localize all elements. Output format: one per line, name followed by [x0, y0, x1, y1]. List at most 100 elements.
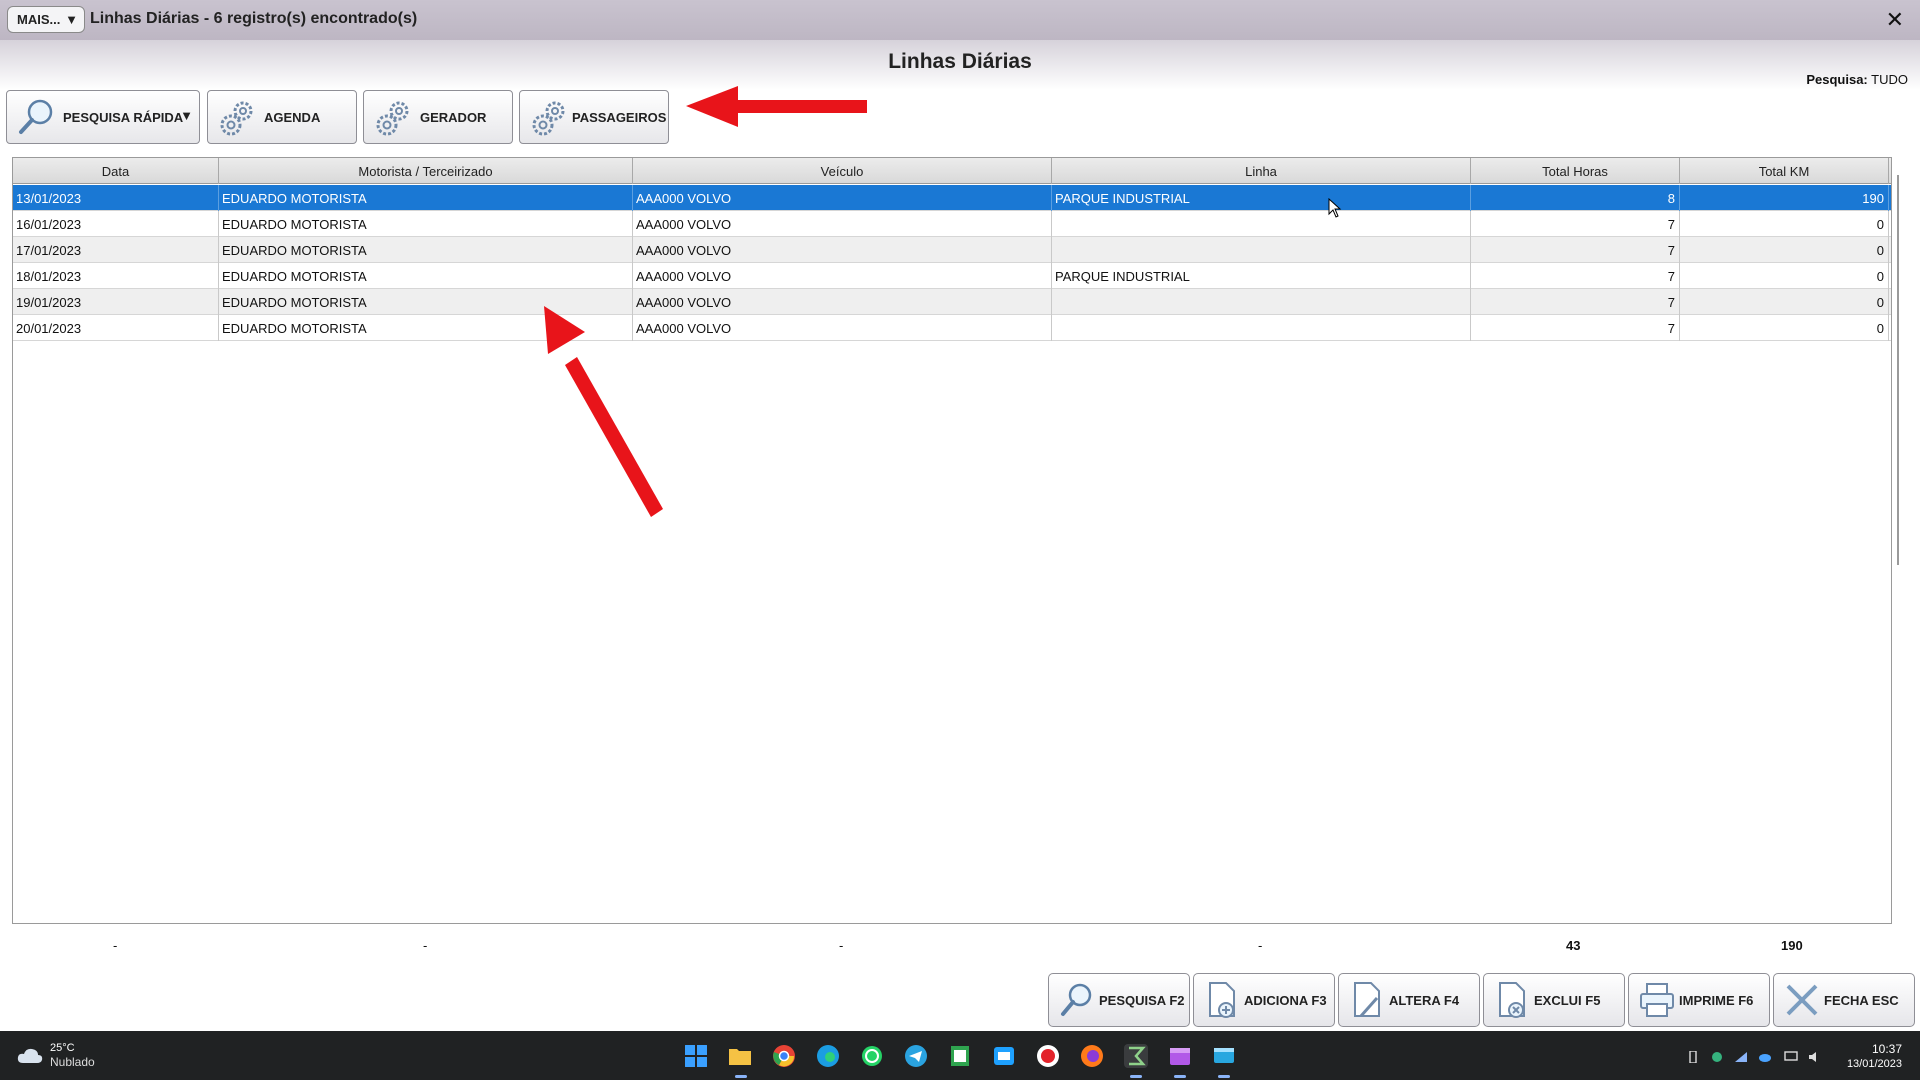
cell-veiculo: AAA000 VOLVO [633, 315, 1052, 341]
app-window: MAIS... ▼ Linhas Diárias - 6 registro(s)… [0, 0, 1920, 1080]
desktop-app-icon[interactable] [1212, 1044, 1236, 1068]
cell-total-km: 0 [1680, 263, 1889, 289]
altera-f4-button[interactable]: ALTERA F4 [1338, 973, 1480, 1027]
gerador-button[interactable]: GERADOR [363, 90, 513, 144]
cell-veiculo: AAA000 VOLVO [633, 237, 1052, 263]
header-col-total-horas[interactable]: Total Horas [1471, 158, 1680, 184]
cloud-tray-icon[interactable] [1758, 1051, 1772, 1063]
table-row[interactable]: 20/01/2023 EDUARDO MOTORISTA AAA000 VOLVO 7… [13, 315, 1891, 341]
cell-motorista: EDUARDO MOTORISTA [219, 237, 633, 263]
cell-veiculo: AAA000 VOLVO [633, 185, 1052, 211]
edit-document-icon [1354, 982, 1380, 1017]
taskbar-active-indicator [735, 1075, 747, 1078]
edge-icon[interactable] [816, 1044, 840, 1068]
fecha-esc-button[interactable]: FECHA ESC [1773, 973, 1915, 1027]
cell-total-km: 190 [1680, 185, 1889, 211]
network-tray-icon[interactable] [1734, 1051, 1748, 1063]
delete-document-icon [1499, 982, 1525, 1018]
weather-text: 25°C Nublado [50, 1041, 95, 1069]
security-tray-icon[interactable] [1710, 1051, 1724, 1063]
total-veiculo: - [839, 938, 844, 953]
vertical-scrollbar[interactable] [1897, 175, 1903, 565]
pesquisa-rapida-label: PESQUISA RÁPIDA [63, 109, 184, 125]
table-row[interactable]: 16/01/2023 EDUARDO MOTORISTA AAA000 VOLVO 7… [13, 211, 1891, 237]
printer-icon [1640, 983, 1674, 1017]
imprime-f6-button[interactable]: IMPRIME F6 [1628, 973, 1770, 1027]
table-header: Data Motorista / Terceirizado Veículo Linha… [13, 158, 1891, 184]
weather-temperature: 25°C [50, 1042, 75, 1054]
agenda-label: AGENDA [264, 109, 321, 125]
pesquisa-f2-button[interactable]: PESQUISA F2 [1048, 973, 1190, 1027]
active-app-icon[interactable] [1124, 1044, 1148, 1068]
exclui-f5-label: EXCLUI F5 [1534, 992, 1601, 1008]
header-col-linha[interactable]: Linha [1052, 158, 1471, 184]
spreadsheet-icon[interactable] [948, 1044, 972, 1068]
header-col-data[interactable]: Data [13, 158, 219, 184]
search-filter-key: Pesquisa: [1806, 72, 1868, 87]
total-horas: 43 [1566, 938, 1581, 953]
header-col-total-km[interactable]: Total KM [1680, 158, 1889, 184]
os-taskbar: 25°C Nublado 10:37 13/01/2023 [0, 1031, 1920, 1080]
whatsapp-icon[interactable] [860, 1044, 884, 1068]
search-filter-label: Pesquisa: TUDO [1806, 72, 1908, 87]
remote-app-icon[interactable] [992, 1044, 1016, 1068]
cell-data: 19/01/2023 [13, 289, 219, 315]
table-row[interactable]: 18/01/2023 EDUARDO MOTORISTA AAA000 VOLVO P… [13, 263, 1891, 289]
display-tray-icon[interactable] [1784, 1051, 1798, 1063]
cell-motorista: EDUARDO MOTORISTA [219, 211, 633, 237]
magnifier-icon [1061, 983, 1092, 1016]
telegram-icon[interactable] [904, 1044, 928, 1068]
cell-motorista: EDUARDO MOTORISTA [219, 185, 633, 211]
mais-dropdown-button[interactable]: MAIS... ▼ [7, 6, 85, 33]
arrow-pointing-left [686, 86, 867, 127]
cell-total-horas: 8 [1471, 185, 1680, 211]
taskbar-clock[interactable]: 10:37 13/01/2023 [1847, 1042, 1902, 1072]
passageiros-button[interactable]: PASSAGEIROS [519, 90, 669, 144]
cell-total-km: 0 [1680, 315, 1889, 341]
windows-start-icon[interactable] [684, 1044, 708, 1068]
window-title: Linhas Diárias - 6 registro(s) encontrad… [90, 10, 418, 27]
cell-total-horas: 7 [1471, 263, 1680, 289]
header-col-motorista[interactable]: Motorista / Terceirizado [219, 158, 633, 184]
total-linha: - [1258, 938, 1263, 953]
pesquisa-rapida-button[interactable]: PESQUISA RÁPIDA ▼ [6, 90, 200, 144]
cell-linha: PARQUE INDUSTRIAL [1052, 263, 1471, 289]
volume-icon[interactable] [1808, 1051, 1822, 1063]
adiciona-f3-button[interactable]: ADICIONA F3 [1193, 973, 1335, 1027]
cell-linha [1052, 315, 1471, 341]
passageiros-label: PASSAGEIROS [572, 109, 667, 125]
weather-widget[interactable]: 25°C Nublado [16, 1041, 95, 1069]
agenda-button[interactable]: AGENDA [207, 90, 357, 144]
antivirus-icon[interactable] [1036, 1044, 1060, 1068]
gerador-label: GERADOR [420, 109, 487, 125]
chevron-down-icon[interactable]: ▼ [180, 108, 193, 123]
media-app-icon[interactable] [1168, 1044, 1192, 1068]
taskbar-active-indicator [1130, 1075, 1142, 1078]
cell-veiculo: AAA000 VOLVO [633, 289, 1052, 315]
table-body: 13/01/2023 EDUARDO MOTORISTA AAA000 VOLVO P… [13, 185, 1891, 341]
table-row[interactable]: 13/01/2023 EDUARDO MOTORISTA AAA000 VOLVO P… [13, 185, 1891, 211]
firefox-icon[interactable] [1080, 1044, 1104, 1068]
cell-motorista: EDUARDO MOTORISTA [219, 289, 633, 315]
chrome-icon[interactable] [772, 1044, 796, 1068]
pesquisa-f2-label: PESQUISA F2 [1099, 992, 1185, 1008]
table-row[interactable]: 19/01/2023 EDUARDO MOTORISTA AAA000 VOLVO 7… [13, 289, 1891, 315]
cell-motorista: EDUARDO MOTORISTA [219, 315, 633, 341]
usb-icon[interactable] [1686, 1051, 1700, 1063]
header-col-veiculo[interactable]: Veículo [633, 158, 1052, 184]
adiciona-f3-label: ADICIONA F3 [1244, 992, 1327, 1008]
records-table: Data Motorista / Terceirizado Veículo Linha… [12, 157, 1892, 924]
magnifier-icon [19, 99, 53, 134]
search-filter-value: TUDO [1871, 72, 1908, 87]
cell-linha: PARQUE INDUSTRIAL [1052, 185, 1471, 211]
exclui-f5-button[interactable]: EXCLUI F5 [1483, 973, 1625, 1027]
file-explorer-icon[interactable] [728, 1044, 752, 1068]
clock-date: 13/01/2023 [1846, 1058, 1902, 1070]
close-icon[interactable]: ✕ [1886, 7, 1904, 33]
totals-row: - - - - 43 190 [0, 938, 1920, 954]
chevron-down-icon: ▼ [65, 12, 78, 27]
table-row[interactable]: 17/01/2023 EDUARDO MOTORISTA AAA000 VOLVO 7… [13, 237, 1891, 263]
cell-data: 20/01/2023 [13, 315, 219, 341]
cell-veiculo: AAA000 VOLVO [633, 211, 1052, 237]
imprime-f6-label: IMPRIME F6 [1679, 992, 1754, 1008]
